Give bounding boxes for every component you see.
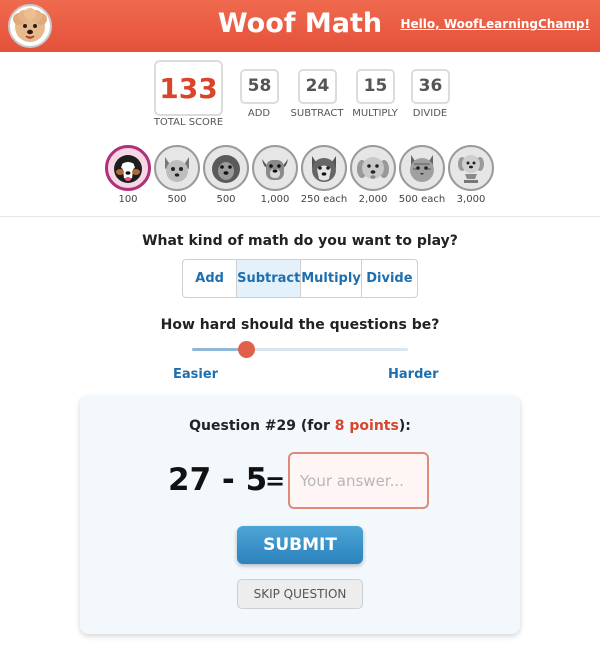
divide-score-value: 36 bbox=[411, 69, 450, 104]
operation-add-button[interactable]: Add bbox=[183, 260, 238, 297]
cat-badge-icon[interactable] bbox=[399, 145, 445, 191]
boxer-dog-badge-icon[interactable] bbox=[252, 145, 298, 191]
answer-input[interactable] bbox=[288, 452, 429, 509]
operation-divide-button[interactable]: Divide bbox=[362, 260, 417, 297]
divide-score-label: DIVIDE bbox=[412, 108, 448, 119]
badge-label: 3,000 bbox=[456, 194, 486, 205]
chihuahua-badge-icon[interactable] bbox=[154, 145, 200, 191]
math-problem: 27 - 5 bbox=[168, 462, 268, 498]
golden-retriever-badge-icon[interactable] bbox=[350, 145, 396, 191]
question-prefix: Question #29 (for bbox=[189, 418, 335, 434]
trophy-dog-badge-icon[interactable] bbox=[448, 145, 494, 191]
skip-question-button[interactable]: SKIP QUESTION bbox=[237, 579, 363, 609]
difficulty-min-label: Easier bbox=[173, 367, 219, 382]
question-header: Question #29 (for 8 points): bbox=[80, 418, 520, 434]
multiply-score-value: 15 bbox=[356, 69, 395, 104]
operation-subtract-button[interactable]: Subtract bbox=[237, 260, 302, 297]
total-score-label: TOTAL SCORE bbox=[153, 117, 224, 128]
operation-multiply-button[interactable]: Multiply bbox=[301, 260, 362, 297]
husky-badge-icon[interactable] bbox=[301, 145, 347, 191]
question-suffix: ): bbox=[398, 418, 411, 434]
difficulty-heading: How hard should the questions be? bbox=[160, 317, 440, 333]
subtract-score-value: 24 bbox=[298, 69, 337, 104]
add-score-value: 58 bbox=[240, 69, 279, 104]
total-score-box: 133 bbox=[154, 60, 223, 116]
app-header: Woof Math Hello, WoofLearningChamp! bbox=[0, 0, 600, 52]
user-greeting-link[interactable]: Hello, WoofLearningChamp! bbox=[400, 17, 590, 31]
question-points: 8 points bbox=[334, 418, 399, 434]
equals-sign: = bbox=[265, 467, 286, 495]
submit-button[interactable]: SUBMIT bbox=[237, 526, 363, 564]
bernese-dog-badge-icon[interactable] bbox=[105, 145, 151, 191]
shaggy-dog-badge-icon[interactable] bbox=[203, 145, 249, 191]
operation-selector: Add Subtract Multiply Divide bbox=[182, 259, 418, 298]
operation-heading: What kind of math do you want to play? bbox=[142, 233, 458, 249]
difficulty-slider[interactable] bbox=[192, 341, 408, 358]
difficulty-slider-thumb[interactable] bbox=[238, 341, 255, 358]
difficulty-max-label: Harder bbox=[388, 367, 439, 382]
question-card: Question #29 (for 8 points): 27 - 5 = SU… bbox=[80, 396, 520, 634]
total-score-value: 133 bbox=[159, 72, 218, 105]
section-divider bbox=[0, 216, 600, 217]
